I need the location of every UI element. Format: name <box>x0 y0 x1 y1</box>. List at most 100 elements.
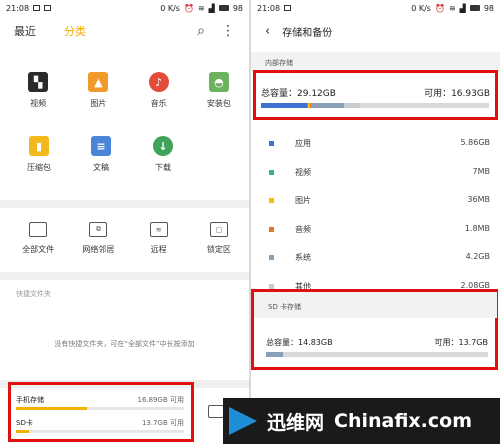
storage-sd[interactable]: SD卡 13.7GB 可用 <box>16 418 184 428</box>
internal-available: 可用：16.93GB <box>424 89 490 99</box>
color-dot-icon <box>269 169 274 175</box>
storage-item-name: 系统 <box>295 253 311 262</box>
storage-sd-bar <box>16 430 184 433</box>
storage-phone[interactable]: 手机存储 16.89GB 可用 <box>16 395 184 405</box>
search-icon[interactable]: ⌕ <box>197 23 205 39</box>
storage-name: 手机存储 <box>16 396 44 404</box>
internal-total-row: 总容量：29.12GB 可用：16.93GB <box>261 86 490 99</box>
sd-available: 可用：13.7GB <box>434 338 489 347</box>
storage-value: 16.89GB 可用 <box>137 396 185 404</box>
battery-icon <box>469 5 480 11</box>
tools-row: 全部文件 ⧉ 网络邻居 ≋ 远程 ▢ 锁定区 <box>0 222 249 255</box>
category-row-2: ▮ 压缩包 ≡ 文稿 ↓ 下载 <box>0 136 249 173</box>
tab-recent[interactable]: 最近 <box>14 23 36 39</box>
category-download[interactable]: ↓ 下载 <box>132 136 194 173</box>
status-time: 21:08 <box>6 3 30 13</box>
color-dot-icon <box>269 141 274 146</box>
alarm-icon: ⏰ <box>434 3 445 13</box>
watermark-logo-icon <box>229 407 257 435</box>
storage-phone-fill <box>16 407 87 410</box>
app-bar: ‹ 存储和备份 <box>251 16 500 46</box>
internal-total: 总容量：29.12GB <box>261 89 336 99</box>
screenshot-composite: 21:08 0 K/s ⏰ ≋ ▟ 98 最近 分类 ⌕ ⋮ ▚ 视频 ▲ 图片… <box>0 0 500 444</box>
status-bar: 21:08 0 K/s ⏰ ≋ ▟ 98 <box>251 0 500 16</box>
storage-item-value: 36MB <box>467 195 490 204</box>
tool-label: 网络邻居 <box>82 245 115 254</box>
storage-name: SD卡 <box>16 419 33 427</box>
image-notification-icon <box>44 5 52 11</box>
sd-storage-header: SD 卡存储 <box>254 292 497 318</box>
battery-level: 98 <box>232 3 243 13</box>
wifi-icon: ≋ <box>197 3 205 13</box>
tab-category[interactable]: 分类 <box>64 23 86 39</box>
signal-icon: ▟ <box>459 3 466 13</box>
sd-total: 总容量：14.83GB <box>266 338 333 347</box>
category-zip[interactable]: ▮ 压缩包 <box>8 136 70 173</box>
back-arrow-icon[interactable]: ‹ <box>265 24 270 39</box>
document-icon: ≡ <box>91 136 111 156</box>
storage-item-value: 7MB <box>472 166 490 176</box>
tool-all-files[interactable]: 全部文件 <box>8 222 68 255</box>
storage-sd-fill <box>16 430 30 433</box>
usage-segment-0 <box>261 103 307 108</box>
storage-item-value: 5.86GB <box>460 138 491 147</box>
watermark: 迅维网 Chinafix.com <box>223 398 500 444</box>
storage-item-value: 4.2GB <box>465 252 490 261</box>
music-note-icon: ♪ <box>148 72 169 92</box>
internal-usage-bar <box>261 103 489 108</box>
category-label: 下载 <box>155 163 171 172</box>
android-icon: ◓ <box>208 72 229 92</box>
sd-usage-bar <box>266 352 488 357</box>
color-dot-icon <box>269 283 274 289</box>
category-docs[interactable]: ≡ 文稿 <box>70 136 132 173</box>
usage-segment-5 <box>344 103 361 108</box>
app-bar: 最近 分类 ⌕ ⋮ <box>0 16 249 46</box>
signal-icon: ▟ <box>208 3 215 13</box>
notification-icon <box>284 5 292 11</box>
network-computers-icon: ⧉ <box>89 222 108 237</box>
category-label: 安装包 <box>206 99 231 108</box>
briefcase-icon[interactable] <box>208 405 224 418</box>
color-dot-icon <box>269 255 274 260</box>
section-divider <box>0 272 249 280</box>
storage-item-name: 视频 <box>295 167 311 177</box>
category-label: 文稿 <box>93 163 109 172</box>
storage-item-name: 音频 <box>295 224 311 234</box>
category-label: 视频 <box>30 99 47 108</box>
quick-folders-empty: 没有快捷文件夹，可在“全部文件”中长按添加 <box>54 340 195 348</box>
storage-item[interactable]: 视频 7MB <box>265 167 490 179</box>
tool-label: 远程 <box>150 245 167 254</box>
quick-folders-title: 快捷文件夹 <box>16 290 51 298</box>
storage-item-value: 1.8MB <box>464 223 490 233</box>
category-apk[interactable]: ◓ 安装包 <box>189 72 249 109</box>
more-menu-icon[interactable]: ⋮ <box>221 23 235 39</box>
storage-item-name: 图片 <box>295 196 311 205</box>
sd-card-icon <box>29 222 48 237</box>
tool-locked[interactable]: ▢ 锁定区 <box>189 222 249 255</box>
storage-item[interactable]: 音频 1.8MB <box>265 224 490 236</box>
remote-wifi-icon: ≋ <box>149 222 168 237</box>
category-row-1: ▚ 视频 ▲ 图片 ♪ 音乐 ◓ 安装包 <box>0 72 249 109</box>
battery-icon <box>218 5 229 11</box>
download-icon: ↓ <box>153 136 173 156</box>
storage-item[interactable]: 应用 5.86GB <box>265 138 490 150</box>
file-manager-screen: 21:08 0 K/s ⏰ ≋ ▟ 98 最近 分类 ⌕ ⋮ ▚ 视频 ▲ 图片… <box>0 0 249 444</box>
storage-settings-screen: 21:08 0 K/s ⏰ ≋ ▟ 98 ‹ 存储和备份 内部存储 总容量：29… <box>251 0 500 444</box>
category-video[interactable]: ▚ 视频 <box>8 72 68 109</box>
highlight-box <box>8 382 194 442</box>
battery-level: 98 <box>483 3 494 13</box>
storage-item[interactable]: 图片 36MB <box>265 195 490 207</box>
page-title: 存储和备份 <box>282 27 333 39</box>
storage-item-name: 应用 <box>295 139 311 148</box>
net-speed: 0 K/s <box>160 3 180 13</box>
lock-icon: ▢ <box>209 222 228 237</box>
alarm-icon: ⏰ <box>183 3 194 13</box>
tool-remote[interactable]: ≋ 远程 <box>129 222 189 255</box>
category-image[interactable]: ▲ 图片 <box>68 72 128 109</box>
sd-total-row: 总容量：14.83GB 可用：13.7GB <box>266 337 488 348</box>
storage-item[interactable]: 系统 4.2GB <box>265 252 490 264</box>
tool-network[interactable]: ⧉ 网络邻居 <box>68 222 128 255</box>
watermark-brand-cn: 迅维网 <box>267 411 325 434</box>
net-speed: 0 K/s <box>411 3 431 13</box>
category-music[interactable]: ♪ 音乐 <box>129 72 189 109</box>
